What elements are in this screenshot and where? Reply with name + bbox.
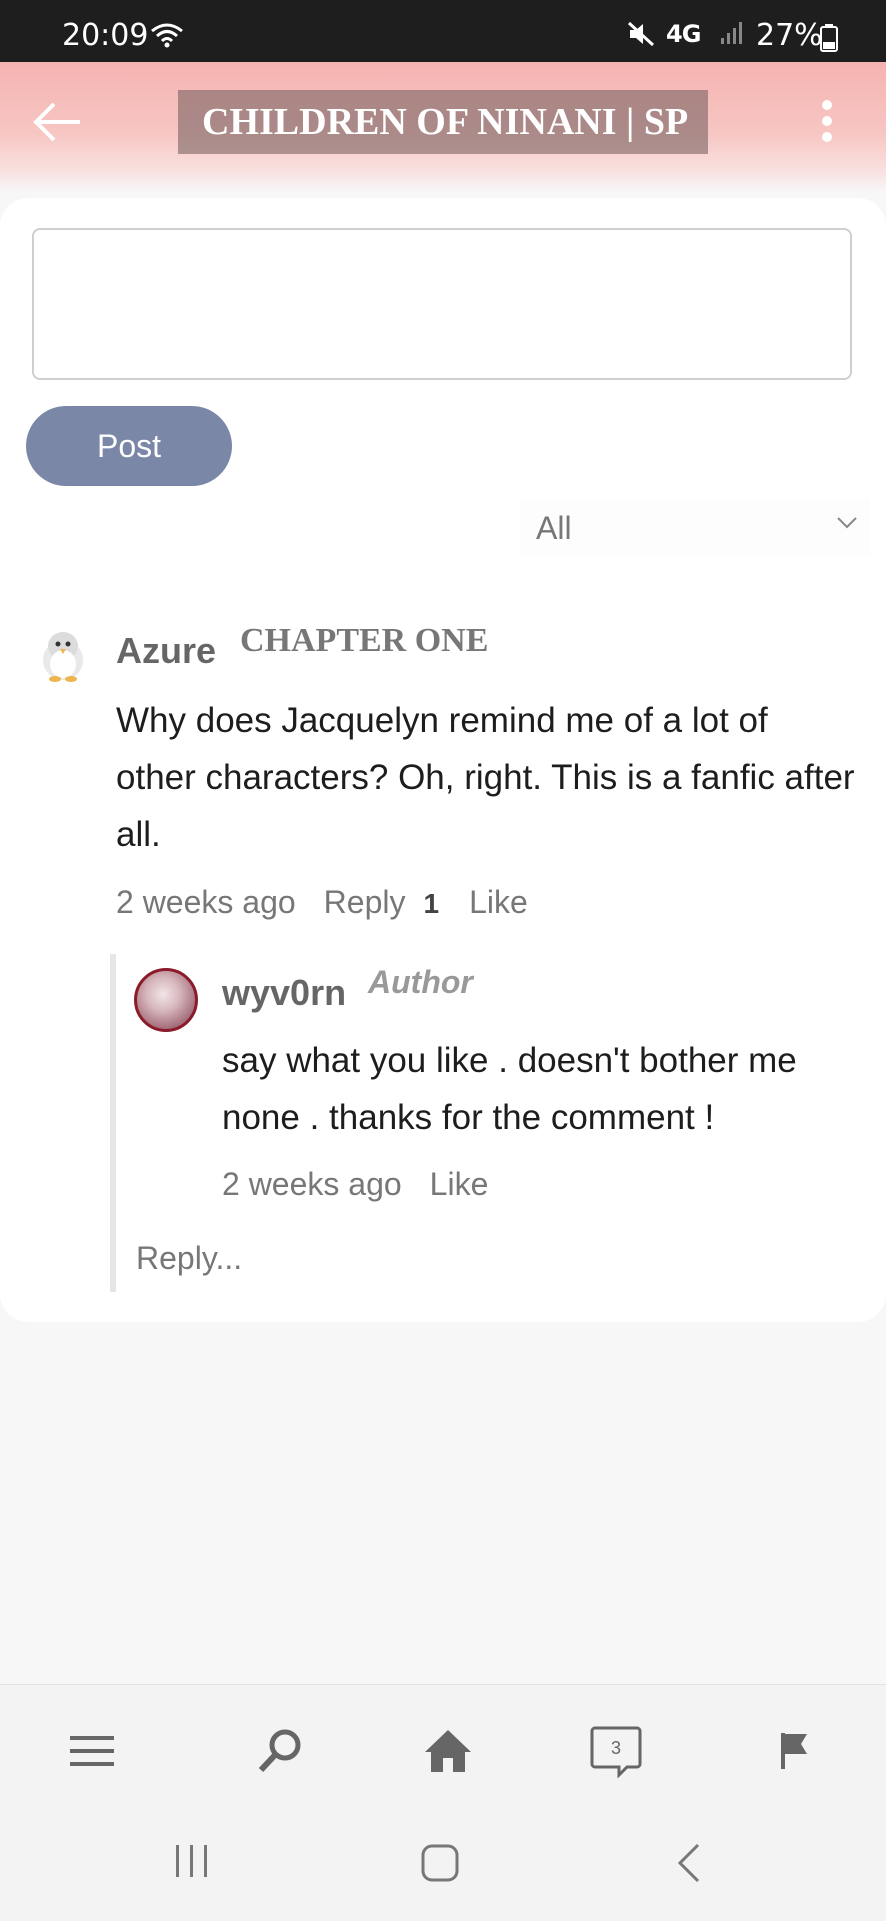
- like-button[interactable]: Like: [469, 884, 528, 921]
- messages-count: 3: [611, 1738, 621, 1758]
- messages-icon[interactable]: 3: [586, 1721, 646, 1781]
- penguin-avatar[interactable]: [34, 626, 92, 684]
- reply-button[interactable]: Reply: [324, 884, 406, 921]
- story-header: CHILDREN OF NINANI | SP: [0, 62, 886, 192]
- wifi-icon: [151, 23, 183, 48]
- reply-author[interactable]: wyv0rn: [222, 972, 346, 1014]
- comment-author[interactable]: Azure: [116, 630, 216, 672]
- reply-count: 1: [423, 888, 440, 919]
- more-options-icon[interactable]: [812, 96, 842, 148]
- story-title: CHILDREN OF NINANI | SP: [202, 101, 689, 143]
- battery-level: 27%: [756, 18, 823, 53]
- story-title-box: CHILDREN OF NINANI | SP: [178, 90, 708, 154]
- menu-icon[interactable]: [62, 1721, 122, 1781]
- author-badge: Author: [368, 964, 473, 1000]
- recent-apps-icon[interactable]: [172, 1843, 212, 1879]
- comments-card: Post All Azure CHAPTER ONE Why does Jacq…: [0, 198, 886, 1322]
- reply-input-prompt[interactable]: Reply...: [136, 1240, 242, 1277]
- flag-icon[interactable]: [764, 1721, 824, 1781]
- reply-like-button[interactable]: Like: [430, 1166, 489, 1202]
- reply-text: say what you like . doesn't bother me no…: [222, 1041, 797, 1137]
- battery-icon: [820, 24, 838, 52]
- reply-meta: 2 weeks ago Like: [222, 1166, 488, 1203]
- chevron-down-icon: [837, 517, 857, 529]
- home-button-icon[interactable]: [420, 1843, 460, 1883]
- signal-icon: [721, 22, 742, 44]
- status-time: 20:09: [62, 18, 149, 53]
- reply-timestamp: 2 weeks ago: [222, 1166, 402, 1202]
- system-back-icon[interactable]: [676, 1843, 702, 1883]
- filter-selected-value: All: [536, 510, 572, 546]
- reply-thread-line: [110, 954, 116, 1292]
- comment-timestamp: 2 weeks ago: [116, 884, 296, 920]
- comment-filter-select[interactable]: All: [520, 498, 870, 556]
- home-icon[interactable]: [418, 1721, 478, 1781]
- comment-input[interactable]: [32, 228, 852, 380]
- search-icon[interactable]: [250, 1721, 310, 1781]
- author-avatar[interactable]: [134, 968, 198, 1032]
- post-button[interactable]: Post: [26, 406, 232, 486]
- network-type: 4G: [666, 20, 701, 48]
- comment-text: Why does Jacquelyn remind me of a lot of…: [116, 701, 855, 854]
- comment-meta: 2 weeks ago Reply 1 Like: [116, 884, 528, 921]
- status-bar: 20:09 4G 27%: [0, 0, 886, 62]
- back-arrow-icon[interactable]: [30, 100, 86, 144]
- bottom-nav: 3: [0, 1684, 886, 1921]
- chapter-tag[interactable]: CHAPTER ONE: [240, 622, 488, 660]
- mute-icon: [627, 21, 655, 47]
